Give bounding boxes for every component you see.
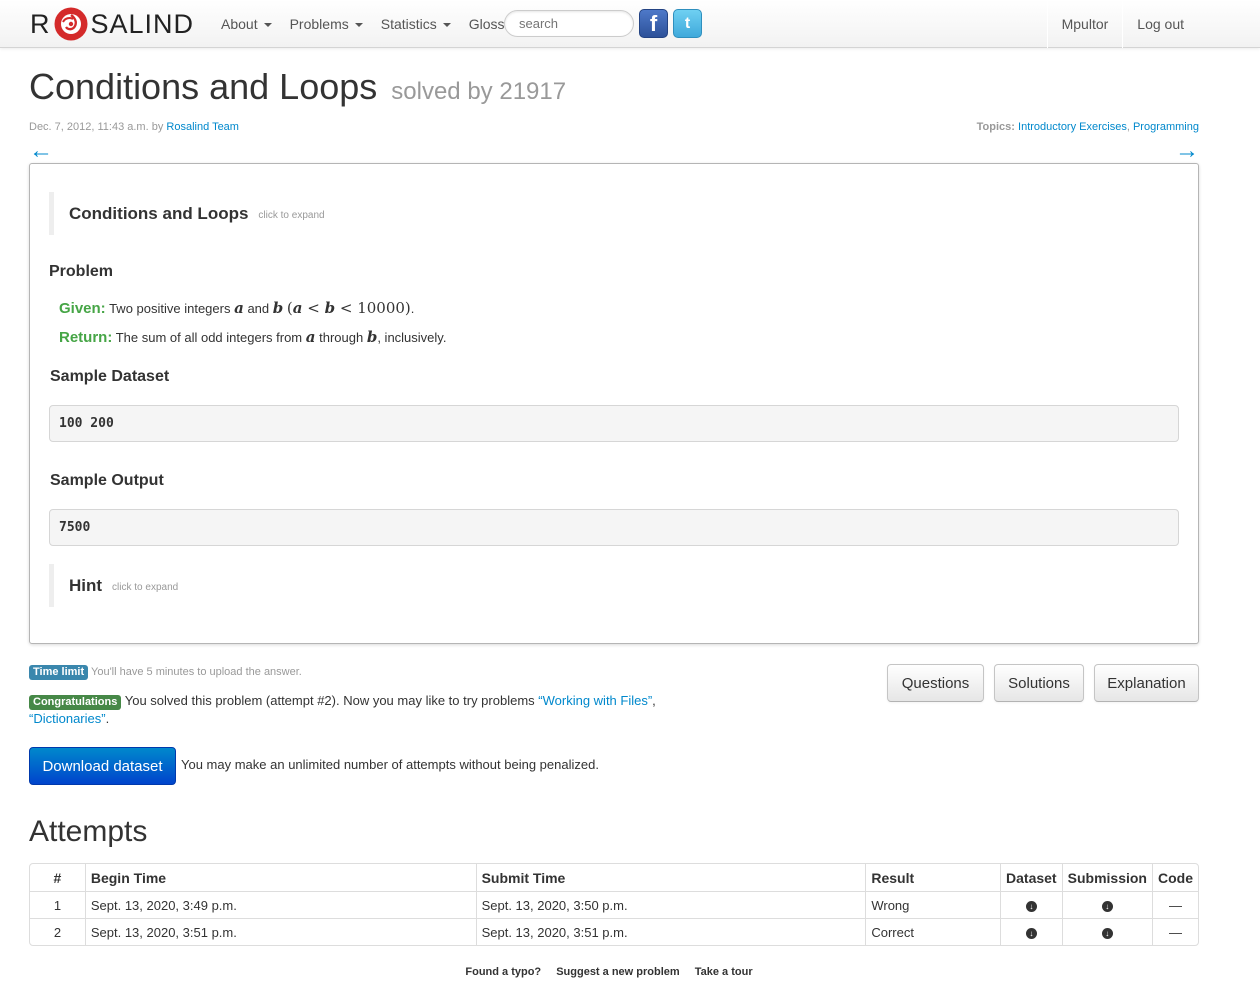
sample-output-heading: Sample Output: [50, 472, 164, 489]
top-navbar: R SALIND About Problems Statistics Gloss…: [0, 0, 1260, 48]
click-to-expand-hint: click to expand: [112, 582, 179, 593]
problem-meta: Dec. 7, 2012, 11:43 a.m. by Rosalind Tea…: [29, 121, 239, 133]
found-typo-link[interactable]: Found a typo?: [465, 966, 541, 978]
questions-button[interactable]: Questions: [887, 664, 984, 702]
topics: Topics: Introductory Exercises, Programm…: [976, 121, 1199, 133]
submit-time: Sept. 13, 2020, 3:51 p.m.: [475, 918, 866, 945]
column-header: Code: [1152, 864, 1198, 891]
congrats-line: Congratulations You solved this problem …: [29, 693, 656, 726]
attempt-number: 1: [30, 891, 85, 918]
dataset-cell: ↓: [1000, 918, 1062, 945]
sample-dataset-heading: Sample Dataset: [50, 368, 170, 385]
user-menu: Mpultor Log out: [1046, 0, 1260, 48]
code-cell: —: [1152, 918, 1198, 945]
logo-text: SALIND: [90, 8, 195, 39]
download-dataset-icon[interactable]: ↓: [1025, 927, 1037, 939]
solutions-button[interactable]: Solutions: [994, 664, 1084, 702]
next-problem-link-dictionaries[interactable]: “Dictionaries”: [29, 711, 106, 726]
nav-logout[interactable]: Log out: [1123, 0, 1260, 48]
congrats-badge: Congratulations: [29, 695, 122, 710]
solved-count: solved by 21917: [391, 78, 567, 105]
result: Wrong: [865, 891, 1001, 918]
return-line: Return: The sum of all odd integers from…: [59, 328, 447, 346]
hint-expander[interactable]: Hint click to expand: [49, 564, 649, 607]
table-header-row: # Begin Time Submit Time Result Dataset …: [30, 864, 1198, 891]
given-text: Two positive integers: [109, 301, 231, 316]
rosalind-logo[interactable]: R SALIND: [30, 4, 194, 44]
code-cell: —: [1152, 891, 1198, 918]
time-limit-line: Time limit You'll have 5 minutes to uplo…: [29, 665, 302, 680]
suggest-problem-link[interactable]: Suggest a new problem: [556, 966, 679, 978]
download-submission-icon[interactable]: ↓: [1101, 900, 1113, 912]
congrats-text: You solved this problem (attempt #2). No…: [124, 693, 535, 708]
submission-cell: ↓: [1061, 891, 1152, 918]
given-line: Given: Two positive integers a and b (a …: [59, 299, 415, 317]
time-limit-badge: Time limit: [29, 665, 89, 680]
author-link[interactable]: Rosalind Team: [166, 121, 239, 133]
next-problem-arrow-icon[interactable]: →: [1175, 136, 1199, 166]
topics-label: Topics:: [976, 121, 1015, 133]
download-submission-icon[interactable]: ↓: [1101, 927, 1113, 939]
problem-heading: Problem: [49, 263, 114, 280]
footer: Found a typo? Suggest a new problem Take…: [0, 966, 1218, 978]
time-limit-text: You'll have 5 minutes to upload the answ…: [91, 666, 302, 678]
logo-letter-r: R: [30, 8, 51, 39]
sample-output-box: 7500: [49, 509, 1179, 546]
table-row: 1 Sept. 13, 2020, 3:49 p.m. Sept. 13, 20…: [30, 891, 1198, 918]
click-to-expand-hint: click to expand: [258, 210, 325, 221]
given-label: Given:: [59, 300, 106, 317]
column-header: Result: [865, 864, 1000, 891]
prev-problem-arrow-icon[interactable]: ←: [29, 136, 53, 166]
column-header: #: [53, 869, 62, 886]
column-header: Submit Time: [475, 864, 866, 891]
column-header: Begin Time: [84, 864, 476, 891]
sample-dataset-box: 100 200: [49, 405, 1179, 442]
caret-down-icon: [354, 23, 363, 27]
table-row: 2 Sept. 13, 2020, 3:51 p.m. Sept. 13, 20…: [30, 918, 1198, 945]
hint-title: Hint: [69, 575, 103, 595]
nav-username[interactable]: Mpultor: [1048, 0, 1123, 48]
download-dataset-icon[interactable]: ↓: [1025, 900, 1037, 912]
attempt-number: 2: [30, 918, 85, 945]
dataset-cell: ↓: [1000, 891, 1062, 918]
download-note: You may make an unlimited number of atte…: [181, 757, 599, 772]
caret-down-icon: [442, 23, 451, 27]
nav-about[interactable]: About: [212, 0, 281, 48]
nav-problems[interactable]: Problems: [281, 0, 372, 48]
column-header: Dataset: [1000, 864, 1062, 891]
topic-link-introductory[interactable]: Introductory Exercises: [1018, 121, 1127, 133]
result: Correct: [865, 918, 1001, 945]
main-menu: About Problems Statistics Glossary: [212, 0, 533, 48]
next-problem-link-working-with-files[interactable]: “Working with Files”: [538, 693, 652, 708]
attempts-heading: Attempts: [29, 815, 148, 848]
submission-cell: ↓: [1061, 918, 1152, 945]
expander-title: Conditions and Loops: [69, 203, 249, 223]
topic-link-programming[interactable]: Programming: [1133, 121, 1199, 133]
take-tour-link[interactable]: Take a tour: [695, 966, 753, 978]
twitter-icon[interactable]: t: [673, 9, 702, 38]
facebook-icon[interactable]: f: [639, 9, 668, 38]
submit-time: Sept. 13, 2020, 3:50 p.m.: [475, 891, 866, 918]
caret-down-icon: [263, 23, 272, 27]
problem-title: Conditions and Loops: [29, 66, 378, 107]
return-label: Return:: [59, 329, 113, 346]
begin-time: Sept. 13, 2020, 3:49 p.m.: [84, 891, 476, 918]
attempts-table: # Begin Time Submit Time Result Dataset …: [29, 863, 1199, 946]
nav-statistics[interactable]: Statistics: [372, 0, 460, 48]
begin-time: Sept. 13, 2020, 3:51 p.m.: [84, 918, 476, 945]
intro-expander[interactable]: Conditions and Loops click to expand: [49, 192, 649, 235]
by-label: by: [151, 121, 164, 133]
problem-statement-box: Conditions and Loops click to expand Pro…: [29, 163, 1199, 644]
search-input[interactable]: [504, 10, 634, 37]
explanation-button[interactable]: Explanation: [1094, 664, 1199, 702]
publish-date: Dec. 7, 2012, 11:43 a.m.: [29, 121, 149, 133]
column-header: Submission: [1061, 864, 1152, 891]
page-title: Conditions and Loops solved by 21917: [29, 66, 566, 108]
return-text: The sum of all odd integers from: [115, 330, 303, 345]
rosalind-emblem-icon: [54, 7, 87, 41]
download-dataset-button[interactable]: Download dataset: [29, 747, 176, 785]
